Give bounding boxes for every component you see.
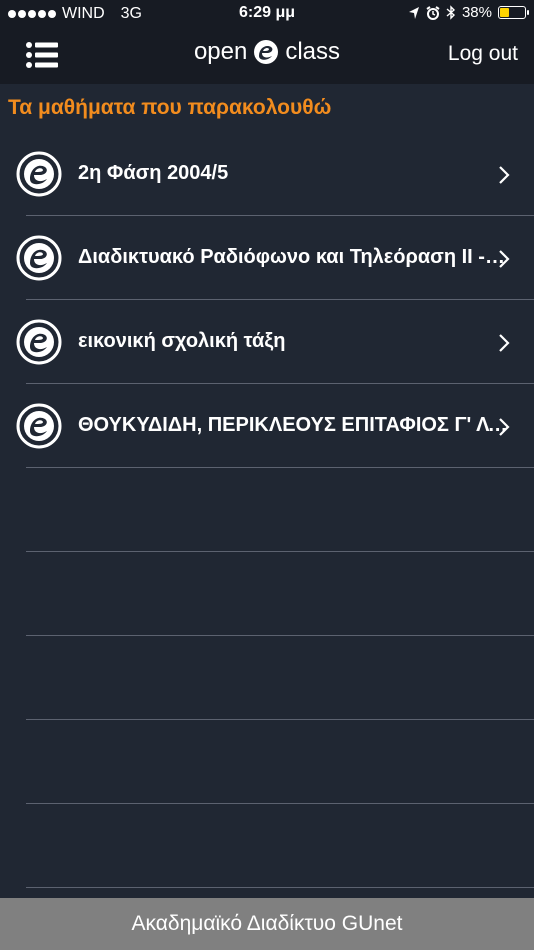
chevron-right-icon xyxy=(498,333,510,353)
alarm-icon xyxy=(426,5,440,20)
nav-bar: open class Log out xyxy=(0,28,534,84)
location-icon xyxy=(408,6,419,19)
chevron-right-icon xyxy=(498,249,510,269)
logout-button[interactable]: Log out xyxy=(448,42,518,66)
chevron-right-icon xyxy=(498,417,510,437)
empty-row xyxy=(0,636,534,720)
course-list: 2η Φάση 2004/5 Διαδικτυακό Ραδιόφωνο και… xyxy=(0,132,534,888)
footer-banner: Ακαδημαϊκό Διαδίκτυο GUnet xyxy=(0,898,534,950)
row-divider xyxy=(26,887,534,888)
course-logo-icon xyxy=(16,151,62,197)
battery-percent: 38% xyxy=(461,4,492,21)
section-title: Τα μαθήματα που παρακολουθώ xyxy=(8,96,332,119)
logo-text-class: class xyxy=(285,38,341,65)
status-bar: WIND 3G 6:29 μμ 38% xyxy=(0,0,534,28)
empty-row xyxy=(0,468,534,552)
logo-text-open: open xyxy=(193,38,248,65)
chevron-right-icon xyxy=(498,165,510,185)
course-title: Διαδικτυακό Ραδιόφωνο και Τηλεόραση ΙΙ -… xyxy=(78,246,508,268)
openclass-logo-icon xyxy=(253,39,279,65)
empty-row xyxy=(0,552,534,636)
empty-row xyxy=(0,804,534,888)
course-logo-icon xyxy=(16,403,62,449)
course-row[interactable]: Διαδικτυακό Ραδιόφωνο και Τηλεόραση ΙΙ -… xyxy=(0,216,534,300)
course-row[interactable]: ΘΟΥΚΥΔΙΔΗ, ΠΕΡΙΚΛΕΟΥΣ ΕΠΙΤΑΦΙΟΣ Γ' ΛΥΚΕΙ… xyxy=(0,384,534,468)
course-logo-icon xyxy=(16,319,62,365)
empty-row xyxy=(0,720,534,804)
course-title: 2η Φάση 2004/5 xyxy=(78,162,229,184)
course-logo-icon xyxy=(16,235,62,281)
course-row[interactable]: 2η Φάση 2004/5 xyxy=(0,132,534,216)
status-right: 38% xyxy=(408,4,529,21)
course-title: ΘΟΥΚΥΔΙΔΗ, ΠΕΡΙΚΛΕΟΥΣ ΕΠΙΤΑΦΙΟΣ Γ' ΛΥΚΕΙ… xyxy=(78,414,508,436)
bluetooth-icon xyxy=(446,5,455,20)
course-title: εικονική σχολική τάξη xyxy=(78,330,286,352)
course-row[interactable]: εικονική σχολική τάξη xyxy=(0,300,534,384)
battery-icon xyxy=(498,6,529,19)
